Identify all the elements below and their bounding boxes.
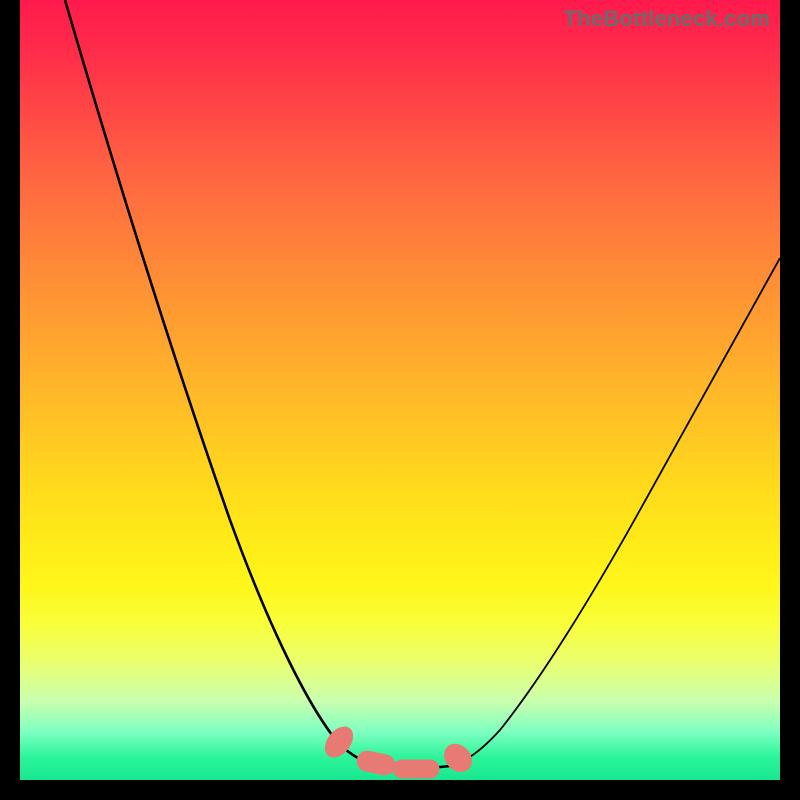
watermark-text: TheBottleneck.com xyxy=(564,6,770,32)
marker-2 xyxy=(355,749,396,776)
plot-area: TheBottleneck.com xyxy=(20,0,780,780)
bottleneck-curve xyxy=(20,0,780,780)
marker-3 xyxy=(393,760,439,778)
curve-left-branch xyxy=(65,0,378,766)
chart-frame: TheBottleneck.com xyxy=(20,0,780,780)
bottom-marker-group xyxy=(320,722,477,778)
curve-right-branch xyxy=(450,258,780,766)
marker-4 xyxy=(439,739,477,777)
